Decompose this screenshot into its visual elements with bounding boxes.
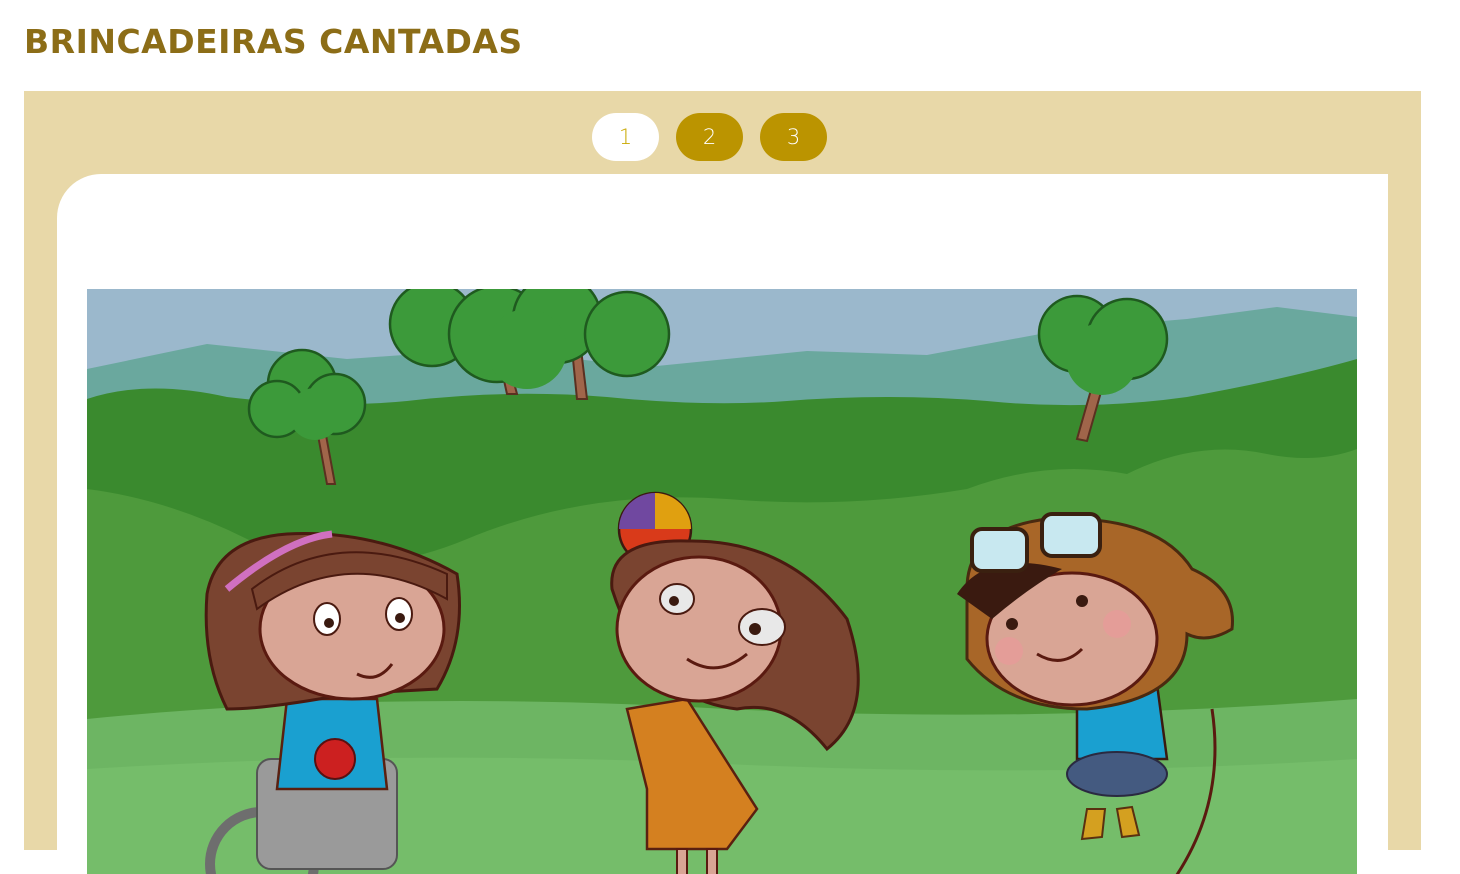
slide-card	[57, 174, 1388, 874]
page-button-3[interactable]: 3	[760, 113, 827, 161]
page-button-2[interactable]: 2	[676, 113, 743, 161]
illustration	[87, 289, 1357, 874]
pagination: 1 2 3	[24, 113, 1421, 161]
content-panel: 1 2 3	[24, 91, 1421, 850]
page-button-1[interactable]: 1	[592, 113, 659, 161]
park-scene-illustration	[87, 289, 1357, 874]
page-title: BRINCADEIRAS CANTADAS	[24, 22, 523, 61]
